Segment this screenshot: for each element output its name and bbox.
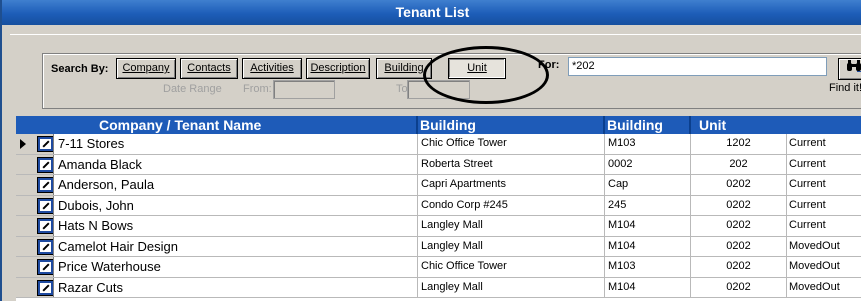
table-row[interactable]: Camelot Hair Design Langley Mall M104 02… bbox=[16, 236, 861, 257]
edit-icon[interactable] bbox=[38, 280, 53, 295]
building-code-cell: M103 bbox=[605, 134, 691, 154]
search-box: Search By: Company Contacts Activities D… bbox=[42, 53, 861, 109]
building-name-cell: Langley Mall bbox=[418, 216, 605, 236]
tenant-grid: Company / Tenant Name Building Building … bbox=[16, 116, 861, 301]
company-name-cell: 7-11 Stores bbox=[56, 134, 418, 154]
row-selector[interactable] bbox=[16, 216, 54, 236]
edit-icon[interactable] bbox=[38, 260, 53, 274]
company-name-cell: Razar Cuts bbox=[56, 277, 418, 297]
status-cell: MovedOut bbox=[787, 237, 861, 257]
table-row[interactable]: Hats N Bows Langley Mall M104 0202 Curre… bbox=[16, 216, 861, 237]
company-name-cell: Dubois, John bbox=[56, 195, 418, 215]
edit-icon[interactable] bbox=[38, 219, 53, 233]
date-range-label: Date Range bbox=[163, 83, 222, 95]
table-row[interactable]: Razar Cuts Langley Mall M104 0202 MovedO… bbox=[16, 277, 861, 298]
company-name-cell: Price Waterhouse bbox=[56, 257, 418, 277]
company-name-cell: Amanda Black bbox=[56, 154, 418, 174]
company-name-cell: Hats N Bows bbox=[56, 216, 418, 236]
building-code-cell: Cap bbox=[605, 175, 691, 195]
column-header-building-code[interactable]: Building bbox=[607, 117, 663, 133]
description-button[interactable]: Description bbox=[306, 58, 370, 79]
building-name-cell: Capri Apartments bbox=[418, 175, 605, 195]
building-name-cell: Chic Office Tower bbox=[418, 134, 605, 154]
building-code-cell: M104 bbox=[605, 236, 691, 256]
unit-cell: 0202 bbox=[691, 195, 787, 215]
building-name-cell: Roberta Street bbox=[418, 154, 605, 174]
row-selector[interactable] bbox=[16, 175, 54, 195]
edit-icon[interactable] bbox=[38, 137, 53, 151]
edit-icon[interactable] bbox=[38, 157, 53, 172]
table-row[interactable]: Dubois, John Condo Corp #245 245 0202 Cu… bbox=[16, 195, 861, 216]
unit-cell: 0202 bbox=[691, 216, 787, 236]
edit-icon[interactable] bbox=[38, 178, 53, 192]
header-divider bbox=[689, 116, 691, 134]
find-button[interactable] bbox=[838, 58, 861, 80]
activities-button[interactable]: Activities bbox=[242, 58, 302, 79]
status-cell: Current bbox=[787, 134, 861, 154]
building-code-cell: 0002 bbox=[605, 154, 691, 174]
edit-icon[interactable] bbox=[38, 198, 53, 213]
building-name-cell: Condo Corp #245 bbox=[418, 195, 605, 215]
from-date-input bbox=[273, 80, 335, 99]
table-row[interactable]: Amanda Black Roberta Street 0002 202 Cur… bbox=[16, 154, 861, 175]
grid-header: Company / Tenant Name Building Building … bbox=[16, 116, 861, 134]
column-header-building[interactable]: Building bbox=[420, 117, 476, 133]
for-label: For: bbox=[538, 59, 560, 71]
unit-cell: 202 bbox=[691, 154, 787, 174]
contacts-button[interactable]: Contacts bbox=[180, 58, 238, 79]
edit-icon[interactable] bbox=[38, 239, 53, 254]
unit-cell: 0202 bbox=[691, 257, 787, 277]
unit-cell: 0202 bbox=[691, 277, 787, 297]
row-selector[interactable] bbox=[16, 277, 54, 297]
status-cell: MovedOut bbox=[787, 278, 861, 298]
unit-cell: 0202 bbox=[691, 175, 787, 195]
building-name-cell: Chic Office Tower bbox=[418, 257, 605, 277]
find-it-label: Find it! bbox=[829, 82, 861, 94]
status-cell: MovedOut bbox=[787, 257, 861, 277]
current-row-pointer-icon bbox=[20, 139, 26, 149]
header-divider bbox=[416, 116, 418, 134]
row-selector[interactable] bbox=[16, 236, 54, 256]
table-row[interactable]: Price Waterhouse Chic Office Tower M103 … bbox=[16, 257, 861, 278]
company-name-cell: Camelot Hair Design bbox=[56, 236, 418, 256]
search-panel: Search By: Company Contacts Activities D… bbox=[10, 34, 861, 109]
building-code-cell: M104 bbox=[605, 277, 691, 297]
grid-rows: 7-11 Stores Chic Office Tower M103 1202 … bbox=[16, 134, 861, 298]
building-code-cell: M103 bbox=[605, 257, 691, 277]
column-header-company[interactable]: Company / Tenant Name bbox=[99, 117, 261, 133]
search-input[interactable]: *202 bbox=[568, 57, 827, 76]
building-name-cell: Langley Mall bbox=[418, 236, 605, 256]
status-cell: Current bbox=[787, 196, 861, 216]
building-code-cell: 245 bbox=[605, 195, 691, 215]
header-divider bbox=[603, 116, 605, 134]
row-selector[interactable] bbox=[16, 257, 54, 277]
to-date-input bbox=[407, 80, 470, 99]
row-selector[interactable] bbox=[16, 195, 54, 215]
table-row[interactable]: 7-11 Stores Chic Office Tower M103 1202 … bbox=[16, 134, 861, 155]
binoculars-icon bbox=[847, 60, 861, 72]
company-name-cell: Anderson, Paula bbox=[56, 175, 418, 195]
tenant-list-window: Tenant List Search By: Company Contacts … bbox=[0, 0, 861, 301]
row-selector[interactable] bbox=[16, 154, 54, 174]
table-row[interactable]: Anderson, Paula Capri Apartments Cap 020… bbox=[16, 175, 861, 196]
unit-cell: 0202 bbox=[691, 236, 787, 256]
company-button[interactable]: Company bbox=[116, 58, 176, 79]
column-header-unit[interactable]: Unit bbox=[699, 117, 726, 133]
unit-cell: 1202 bbox=[691, 134, 787, 154]
building-name-cell: Langley Mall bbox=[418, 277, 605, 297]
from-label: From: bbox=[243, 83, 272, 95]
status-cell: Current bbox=[787, 155, 861, 175]
unit-button[interactable]: Unit bbox=[448, 58, 506, 79]
status-cell: Current bbox=[787, 175, 861, 195]
building-code-cell: M104 bbox=[605, 216, 691, 236]
row-selector[interactable] bbox=[16, 134, 54, 154]
status-cell: Current bbox=[787, 216, 861, 236]
building-button[interactable]: Building bbox=[376, 58, 432, 79]
search-by-label: Search By: bbox=[51, 63, 109, 75]
window-title: Tenant List bbox=[2, 0, 861, 25]
